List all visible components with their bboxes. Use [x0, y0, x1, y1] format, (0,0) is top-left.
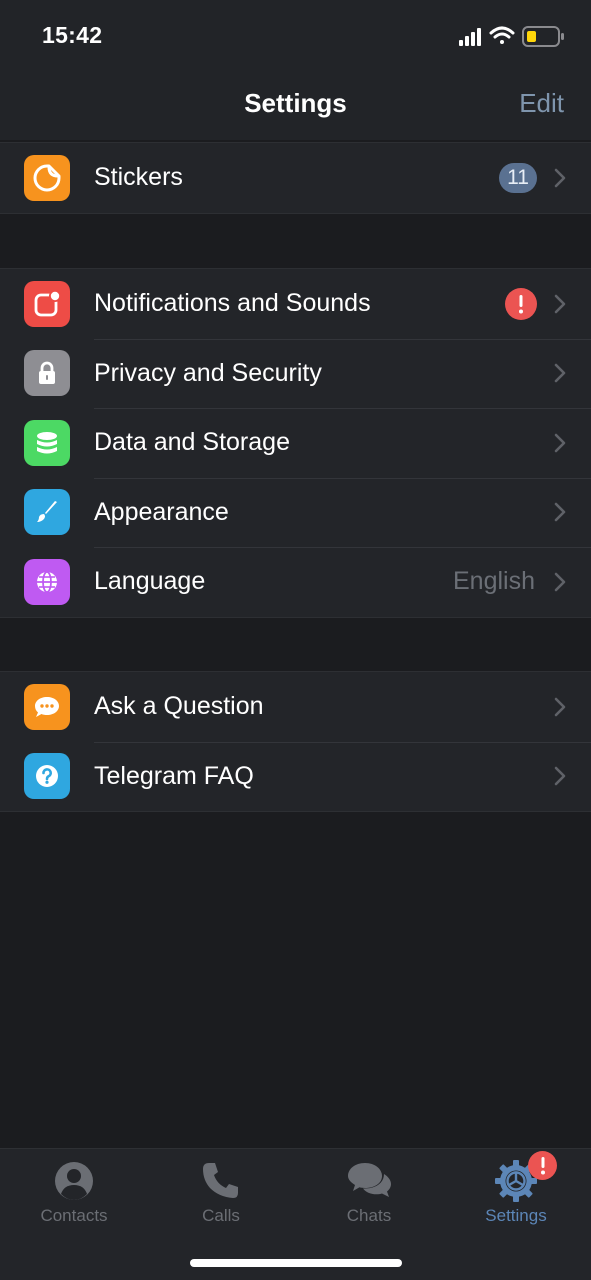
settings-row-appearance[interactable]: Appearance — [0, 477, 591, 548]
chevron-right-icon — [554, 766, 566, 786]
chevron-right-icon — [554, 502, 566, 522]
page-title: Settings — [244, 88, 347, 118]
globe-icon — [24, 558, 70, 605]
person-icon — [55, 1162, 93, 1200]
row-label: Language — [94, 567, 206, 596]
chat-bubbles-icon — [348, 1163, 391, 1197]
alert-badge — [505, 287, 537, 320]
settings-row-faq[interactable]: Telegram FAQ — [0, 741, 591, 812]
tab-label: Settings — [485, 1206, 547, 1225]
row-label: Notifications and Sounds — [94, 289, 371, 318]
general-settings-section: Notifications and Sounds Privacy and Sec… — [0, 268, 591, 618]
chevron-right-icon — [554, 168, 566, 188]
brush-icon — [24, 489, 70, 536]
battery-icon — [522, 26, 564, 47]
top-bar: 15:42 Settings Edit — [0, 0, 591, 140]
language-value: English — [453, 567, 535, 596]
sticker-icon — [24, 154, 70, 201]
settings-screen: 15:42 Settings Edit Stickers 11 Notifica… — [0, 0, 591, 1280]
stickers-count-badge: 11 — [499, 162, 537, 193]
tab-calls[interactable]: Calls — [147, 1149, 295, 1239]
row-label: Appearance — [94, 497, 229, 526]
tab-label: Contacts — [40, 1206, 108, 1225]
settings-row-stickers[interactable]: Stickers 11 — [0, 143, 591, 213]
lock-icon — [24, 350, 70, 397]
row-label: Data and Storage — [94, 428, 290, 457]
settings-row-data-storage[interactable]: Data and Storage — [0, 408, 591, 478]
sidebar-item-label: Stickers — [94, 163, 183, 192]
exclamation-icon — [540, 1156, 545, 1174]
settings-alert-badge — [528, 1151, 557, 1180]
notification-icon — [24, 280, 70, 327]
phone-icon — [203, 1163, 238, 1198]
row-label: Ask a Question — [94, 692, 264, 721]
row-label: Privacy and Security — [94, 358, 322, 387]
tab-settings[interactable]: Settings — [442, 1149, 590, 1239]
chevron-right-icon — [554, 294, 566, 314]
exclamation-icon — [519, 294, 523, 314]
chevron-right-icon — [554, 572, 566, 592]
chat-bubble-icon — [24, 683, 70, 730]
stickers-section: Stickers 11 — [0, 142, 591, 214]
settings-row-privacy[interactable]: Privacy and Security — [0, 338, 591, 409]
help-section: Ask a Question Telegram FAQ — [0, 671, 591, 812]
settings-row-language[interactable]: Language English — [0, 547, 591, 617]
wifi-icon — [489, 26, 515, 44]
settings-row-ask-question[interactable]: Ask a Question — [0, 672, 591, 742]
edit-button[interactable]: Edit — [519, 88, 564, 119]
signal-icon — [459, 28, 481, 46]
row-label: Telegram FAQ — [94, 761, 254, 790]
home-indicator[interactable] — [190, 1259, 402, 1267]
chevron-right-icon — [554, 433, 566, 453]
status-time: 15:42 — [42, 22, 103, 48]
database-icon — [24, 419, 70, 466]
question-icon — [24, 753, 70, 800]
tab-chats[interactable]: Chats — [295, 1149, 443, 1239]
tab-label: Chats — [346, 1206, 392, 1225]
chevron-right-icon — [554, 697, 566, 717]
tab-label: Calls — [202, 1206, 240, 1225]
tab-contacts[interactable]: Contacts — [0, 1149, 148, 1239]
chevron-right-icon — [554, 363, 566, 383]
status-icons — [459, 26, 564, 47]
settings-row-notifications[interactable]: Notifications and Sounds — [0, 269, 591, 339]
